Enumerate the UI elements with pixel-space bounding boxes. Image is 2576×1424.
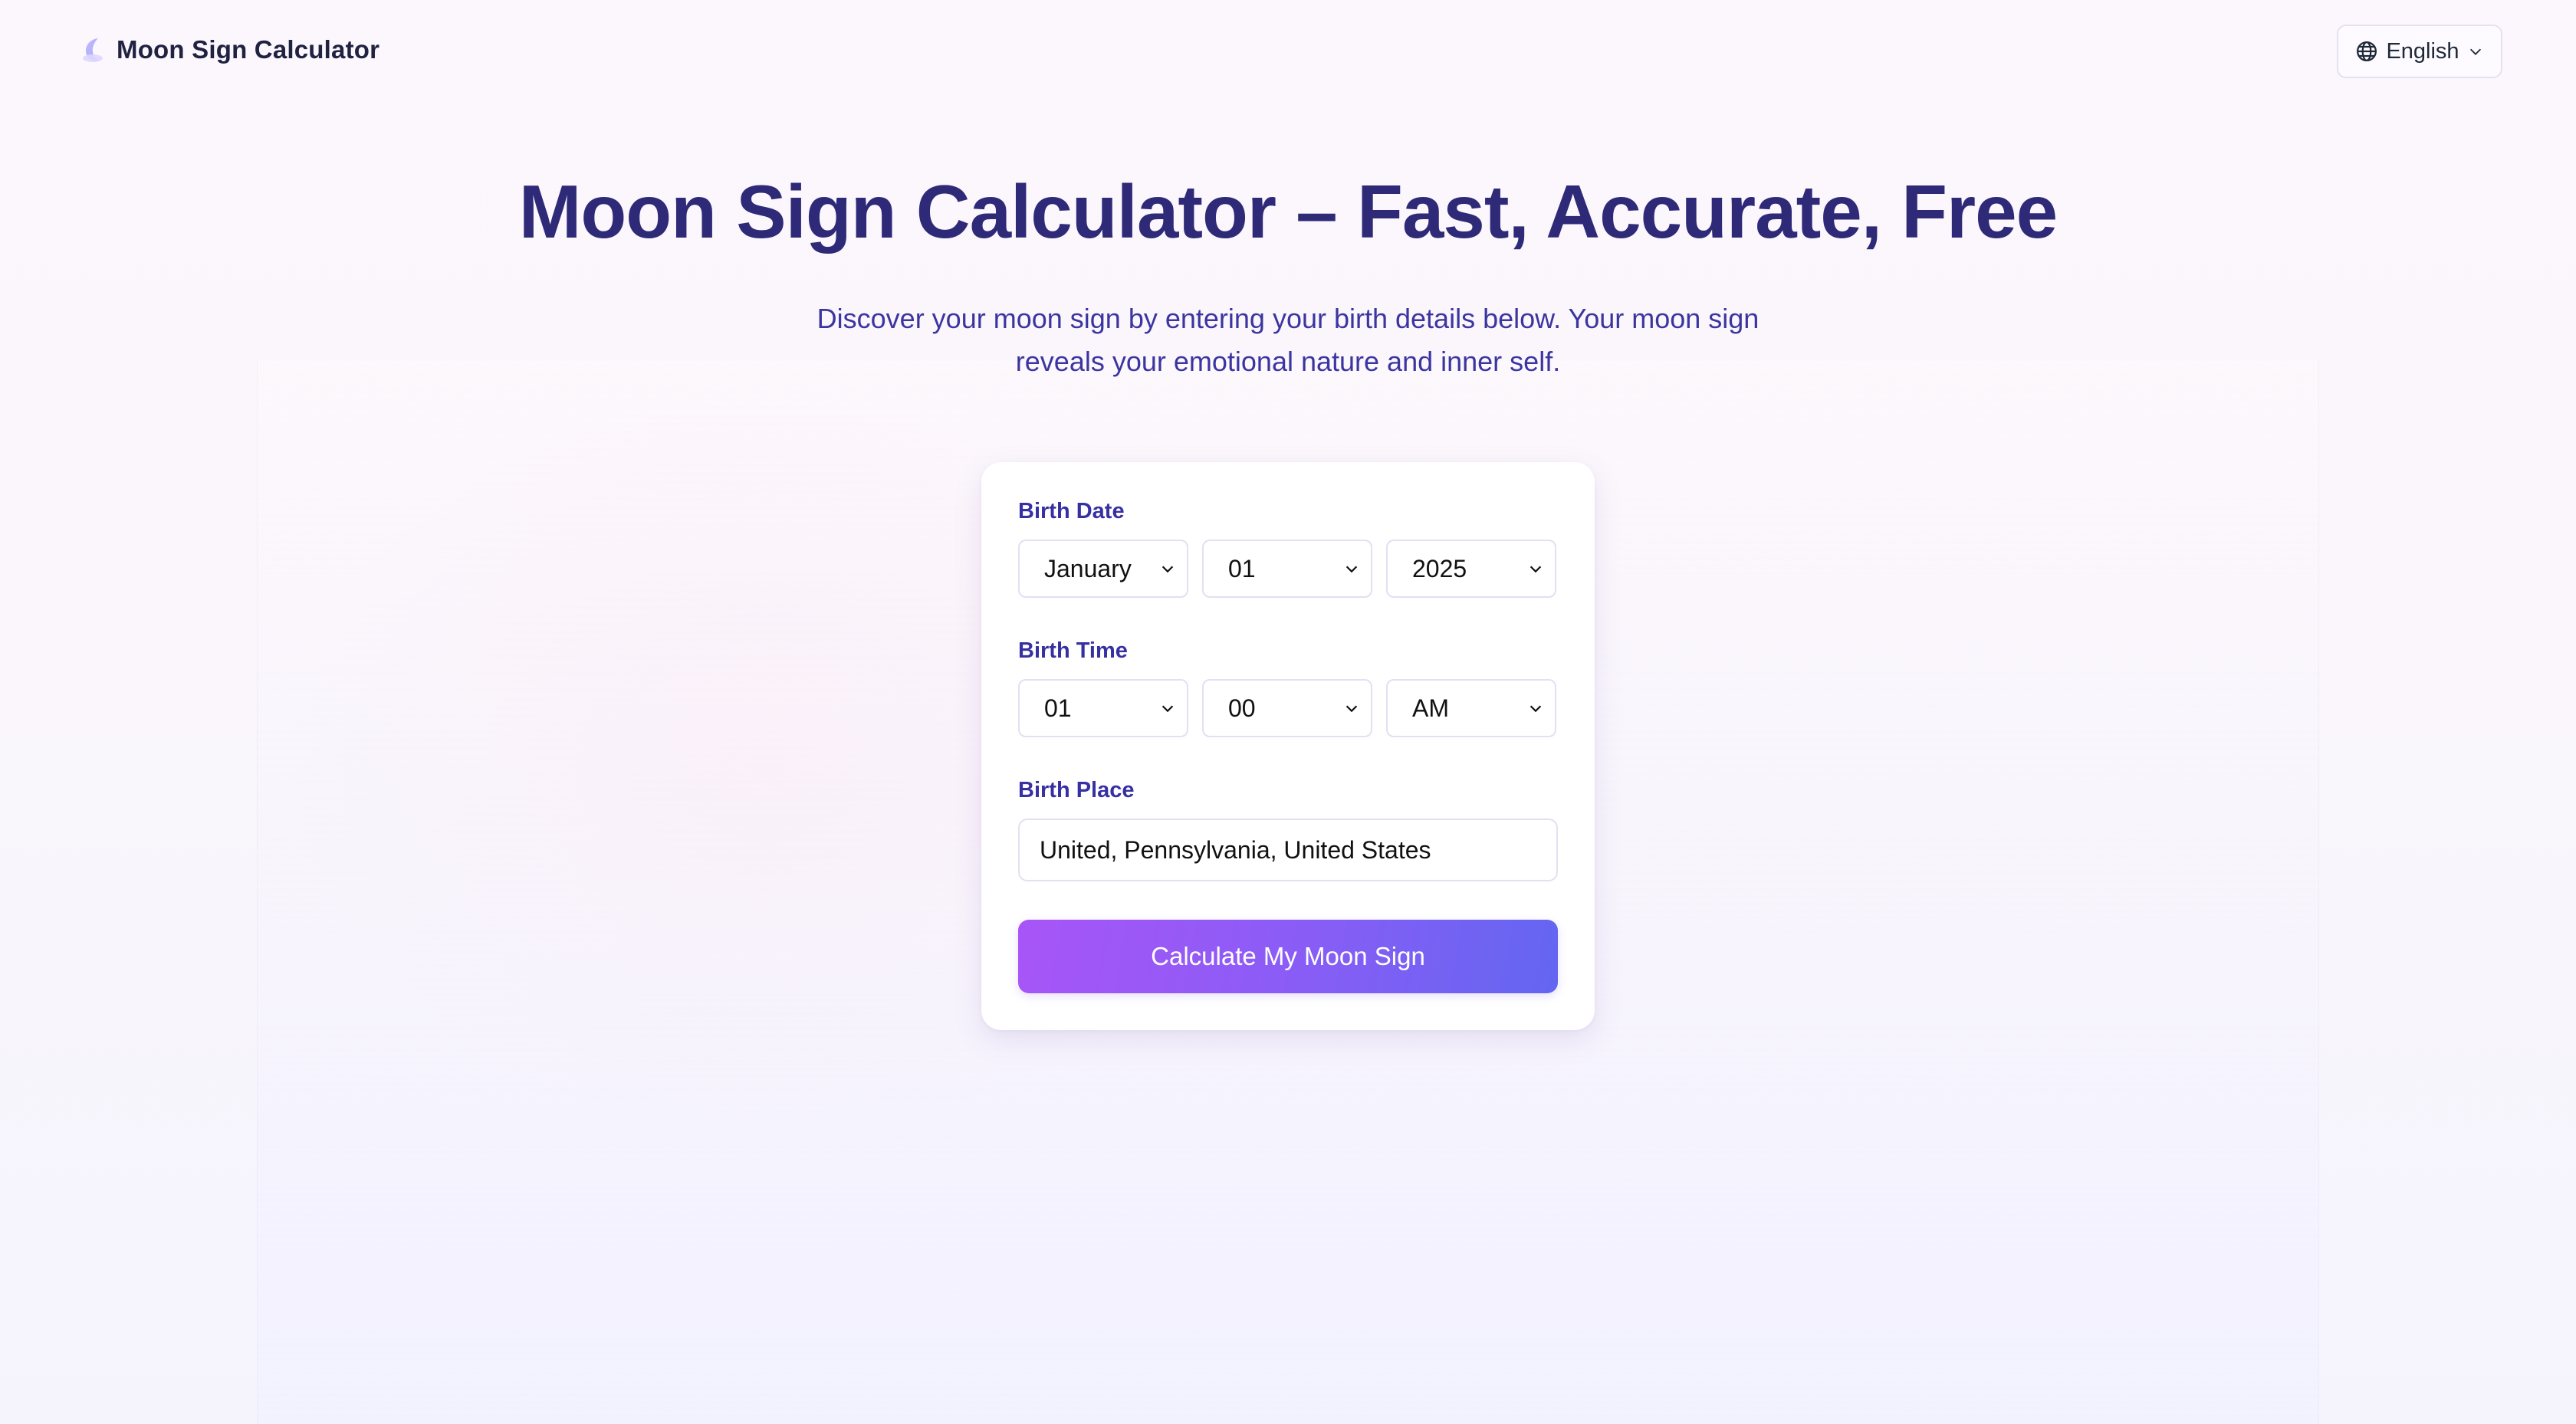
birth-period-value: AM	[1412, 694, 1449, 722]
chevron-down-icon	[1346, 705, 1358, 713]
top-header: Moon Sign Calculator English	[0, 0, 2576, 104]
chevron-down-icon	[1162, 705, 1174, 713]
birth-date-label: Birth Date	[1018, 499, 1125, 523]
birth-day-value: 01	[1228, 554, 1256, 582]
birth-year-select[interactable]: 2025	[1386, 540, 1556, 598]
birth-place-input[interactable]	[1018, 819, 1558, 881]
birth-period-select[interactable]: AM	[1386, 679, 1556, 737]
birth-hour-value: 01	[1044, 694, 1072, 722]
moon-icon	[83, 38, 103, 62]
chevron-down-icon	[1530, 705, 1542, 713]
chevron-down-icon	[1346, 566, 1358, 573]
chevron-down-icon	[2469, 48, 2481, 55]
chevron-down-icon	[1530, 566, 1542, 573]
page-subtitle: Discover your moon sign by entering your…	[816, 303, 1760, 377]
birth-place-label: Birth Place	[1018, 778, 1135, 802]
birth-time-label: Birth Time	[1018, 638, 1128, 663]
birth-day-select[interactable]: 01	[1202, 540, 1372, 598]
calculate-button[interactable]: Calculate My Moon Sign	[1018, 920, 1558, 993]
brand-title: Moon Sign Calculator	[117, 35, 380, 64]
birth-hour-select[interactable]: 01	[1018, 679, 1188, 737]
brand-link[interactable]: Moon Sign Calculator	[77, 34, 380, 66]
language-selector[interactable]: English	[2337, 25, 2502, 78]
birth-minute-value: 00	[1228, 694, 1256, 722]
birth-minute-select[interactable]: 00	[1202, 679, 1372, 737]
globe-icon	[2357, 41, 2377, 61]
page-title: Moon Sign Calculator – Fast, Accurate, F…	[518, 169, 2058, 254]
birth-year-value: 2025	[1412, 554, 1467, 582]
birth-month-value: January	[1044, 554, 1132, 582]
chevron-down-icon	[1162, 566, 1174, 573]
birth-time-row: 01 00 AM	[1018, 679, 1556, 737]
language-label: English	[2386, 38, 2459, 64]
birth-date-row: January 01 2025	[1018, 540, 1556, 598]
moon-sign-form: Birth Date January 01 2025 Birth Time 01…	[981, 462, 1595, 1030]
birth-month-select[interactable]: January	[1018, 540, 1188, 598]
